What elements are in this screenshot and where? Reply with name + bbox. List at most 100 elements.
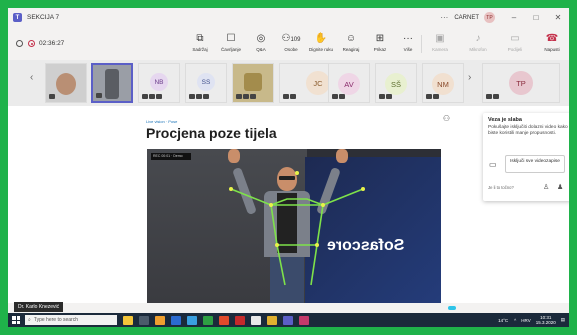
participant-initials: AV <box>338 73 360 95</box>
language-indicator[interactable]: HRV <box>521 318 530 323</box>
participant-tile[interactable]: TP <box>482 63 560 103</box>
minimize-button[interactable]: – <box>503 13 525 22</box>
taskbar-search-input[interactable]: ⌕ Type here to search <box>25 315 117 325</box>
mic-off-icon <box>332 94 345 99</box>
qa-icon: ◎ <box>256 33 266 44</box>
participant-video-face <box>56 73 76 95</box>
slide-title: Procjena poze tijela <box>146 125 277 141</box>
participant-video-person <box>105 69 119 99</box>
skeleton-joint <box>229 187 233 191</box>
chevron-left-icon[interactable]: ‹ <box>30 72 33 83</box>
app-icon[interactable] <box>299 315 309 325</box>
more-button[interactable]: ··· Više <box>393 32 423 52</box>
people-button[interactable]: ⚇109 Osobe <box>276 32 306 52</box>
task-view-icon[interactable] <box>139 315 149 325</box>
close-button[interactable]: ✕ <box>547 13 569 22</box>
react-button[interactable]: ☺ Reagiraj <box>336 32 366 52</box>
raise-hand-button[interactable]: ✋ Dignite ruku <box>306 32 336 52</box>
participant-tile[interactable]: AV <box>328 63 370 103</box>
toast-hint: Je li to točno? <box>488 185 514 190</box>
title-bar: T SEKCIJA 7 ··· CARNET TP – □ ✕ <box>8 8 569 27</box>
mail-icon[interactable] <box>171 315 181 325</box>
taskbar-clock[interactable]: 10:31 15.3.2020 <box>536 315 556 325</box>
weak-connection-toast: Veza je slaba Pokušajte isključiti dolaz… <box>483 113 569 201</box>
teams-window: T SEKCIJA 7 ··· CARNET TP – □ ✕ 02:36:27… <box>8 8 569 327</box>
user-avatar[interactable]: TP <box>484 12 495 23</box>
edge-icon[interactable] <box>187 315 197 325</box>
mic-icon: ♪ <box>475 33 481 44</box>
slide-label: Live vision · Pose <box>146 119 178 124</box>
window-title: SEKCIJA 7 <box>27 14 60 21</box>
recording-icon <box>28 40 35 47</box>
maximize-button[interactable]: □ <box>525 13 547 22</box>
thumbs-down-icon[interactable]: ♟ <box>557 183 563 191</box>
people-icon: ⚇109 <box>281 33 301 44</box>
grid-icon: ⊞ <box>375 33 385 44</box>
people-count: 109 <box>290 37 301 43</box>
search-icon: ⌕ <box>28 317 31 323</box>
meeting-timer: 02:36:27 <box>39 40 65 47</box>
participant-initials: SŠ <box>385 73 407 95</box>
teams-icon[interactable] <box>283 315 293 325</box>
mic-off-icon <box>236 94 256 99</box>
mic-off-icon <box>426 94 439 99</box>
video-off-icon: ▭ <box>489 160 497 169</box>
windows-start-icon[interactable] <box>12 316 20 324</box>
chat-icon: ☐ <box>226 33 236 44</box>
chevron-right-icon[interactable]: › <box>468 72 471 83</box>
excel-icon[interactable] <box>203 315 213 325</box>
participant-tile[interactable]: NB <box>138 63 180 103</box>
skeleton-joint <box>269 203 273 207</box>
toolbar-divider <box>421 35 422 53</box>
thumbs-up-icon[interactable]: ♙ <box>543 183 549 191</box>
presenter-icon: ⚇ <box>442 114 450 123</box>
qa-button[interactable]: ◎ Q&A <box>246 32 276 52</box>
mic-button[interactable]: ♪ Mikrofon <box>463 32 493 52</box>
file-explorer-icon[interactable] <box>155 315 165 325</box>
hand-raised-icon <box>96 93 102 98</box>
participant-initials: NM <box>432 73 454 95</box>
emoji-icon: ☺ <box>345 33 357 44</box>
system-tray: 14°C ^ HRV 10:31 15.3.2020 ▤ <box>498 313 565 327</box>
acrobat-icon[interactable] <box>235 315 245 325</box>
skeleton-arms-line <box>230 188 364 206</box>
participant-video-face <box>244 73 262 91</box>
participant-tile[interactable]: NM <box>422 63 464 103</box>
search-placeholder: Type here to search <box>33 317 79 323</box>
turn-off-videos-button[interactable]: Isključi sve videozapise <box>505 155 565 173</box>
participant-initials: SS <box>197 73 215 91</box>
org-name[interactable]: CARNET <box>454 15 479 21</box>
participant-tile[interactable] <box>232 63 274 103</box>
powerpoint-icon[interactable] <box>219 315 229 325</box>
shield-icon <box>16 40 23 47</box>
participant-tile[interactable]: SS <box>185 63 227 103</box>
skeleton-joint <box>315 243 319 247</box>
tray-chevron-icon[interactable]: ^ <box>514 318 516 323</box>
leave-button[interactable]: ☎ Napusti <box>537 32 567 52</box>
paint-icon[interactable] <box>251 315 261 325</box>
share-icon: ⧉ <box>196 33 204 44</box>
hand-icon: ✋ <box>314 33 328 44</box>
skeleton-joint <box>275 243 279 247</box>
participant-initials: JC <box>306 71 330 95</box>
share-screen-button[interactable]: ▭ Podijeli <box>500 32 530 52</box>
notifications-icon[interactable]: ▤ <box>561 317 565 323</box>
participant-tile[interactable] <box>45 63 87 103</box>
mic-off-icon <box>142 94 162 99</box>
more-icon: ··· <box>403 33 413 44</box>
weather-spark-icon[interactable] <box>123 315 133 325</box>
slide-video: Sofascore REC 00:01 · Demo <box>147 149 441 303</box>
toast-body: Pokušajte isključiti dolazni video kako … <box>488 125 568 136</box>
clock-date: 15.3.2020 <box>535 320 556 325</box>
more-options-icon[interactable]: ··· <box>440 13 448 22</box>
view-button[interactable]: ⊞ Prikaz <box>365 32 395 52</box>
chat-button[interactable]: ☐ Čavrljanje <box>216 32 246 52</box>
participant-tile-active[interactable] <box>91 63 133 103</box>
pose-skeleton-overlay <box>229 171 365 286</box>
weather-temp[interactable]: 14°C <box>498 318 508 323</box>
chrome-icon[interactable] <box>267 315 277 325</box>
share-content-button[interactable]: ⧉ Sadržaj <box>185 32 215 52</box>
participant-initials: NB <box>150 73 168 91</box>
participant-tile[interactable]: SŠ <box>375 63 417 103</box>
camera-button[interactable]: ▣ Kamera <box>425 32 455 52</box>
